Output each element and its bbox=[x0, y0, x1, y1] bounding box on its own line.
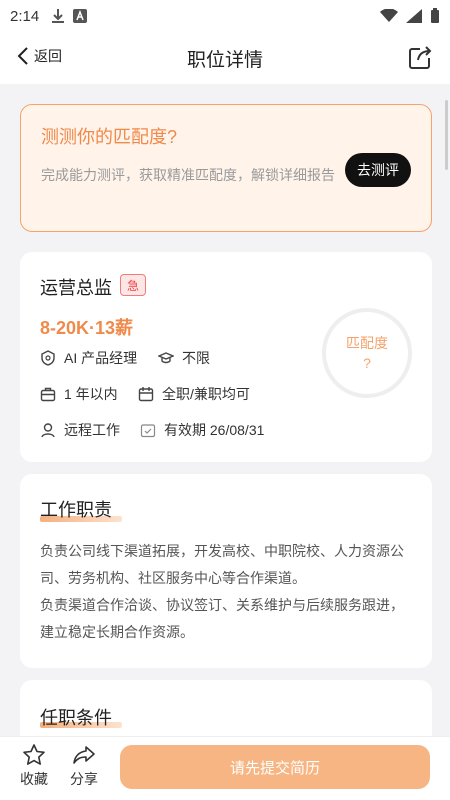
duties-title: 工作职责 bbox=[40, 500, 112, 520]
share-icon bbox=[73, 746, 95, 764]
briefcase-icon bbox=[40, 387, 56, 402]
job-education: 不限 bbox=[158, 348, 210, 368]
job-category-label: AI 产品经理 bbox=[64, 350, 138, 366]
match-score-value: ? bbox=[363, 355, 371, 371]
back-button[interactable]: 返回 bbox=[16, 46, 62, 66]
status-bar: 2:14 bbox=[0, 0, 450, 32]
job-category: AI 产品经理 bbox=[40, 348, 137, 368]
wifi-icon bbox=[380, 9, 398, 22]
duties-text: 负责公司线下渠道拓展，开发高校、中职院校、人力资源公司、劳务机构、社区服务中心等… bbox=[40, 543, 404, 640]
job-duties-card: 工作职责 负责公司线下渠道拓展，开发高校、中职院校、人力资源公司、劳务机构、社区… bbox=[20, 474, 432, 668]
app-a-icon bbox=[73, 9, 88, 23]
job-validity-label: 有效期 26/08/31 bbox=[164, 422, 265, 438]
scrollbar[interactable] bbox=[445, 100, 448, 170]
urgent-badge: 急 bbox=[120, 274, 146, 296]
calendar-check-icon bbox=[140, 424, 156, 438]
star-icon bbox=[23, 744, 45, 765]
job-info-card: 运营总监 急 8-20K·13薪 AI 产品经理 不限 1 年以内 全职/兼职均… bbox=[20, 252, 432, 462]
battery-icon bbox=[431, 8, 439, 23]
job-location-label: 远程工作 bbox=[64, 422, 120, 438]
job-type-label: 全职/兼职均可 bbox=[162, 386, 250, 402]
match-score-ring: 匹配度 ? bbox=[322, 308, 412, 398]
match-prompt-card: 测测你的匹配度? 完成能力测评，获取精准匹配度，解锁详细报告 去测评 bbox=[20, 104, 432, 232]
page-content[interactable]: 测测你的匹配度? 完成能力测评，获取精准匹配度，解锁详细报告 去测评 运营总监 … bbox=[0, 84, 450, 736]
job-experience-label: 1 年以内 bbox=[64, 386, 118, 402]
match-title: 测测你的匹配度? bbox=[41, 127, 178, 147]
job-validity: 有效期 26/08/31 bbox=[140, 420, 264, 440]
favorite-button[interactable]: 收藏 bbox=[14, 743, 54, 789]
job-location: 远程工作 bbox=[40, 420, 120, 440]
status-time: 2:14 bbox=[10, 7, 40, 25]
download-icon bbox=[52, 9, 65, 23]
page-header: 返回 职位详情 bbox=[0, 32, 450, 84]
location-icon bbox=[41, 423, 55, 438]
share-export-icon[interactable] bbox=[406, 44, 434, 72]
job-type: 全职/兼职均可 bbox=[138, 384, 250, 404]
share-label: 分享 bbox=[70, 771, 98, 787]
job-education-label: 不限 bbox=[182, 350, 210, 366]
requirements-title: 任职条件 bbox=[40, 708, 112, 728]
favorite-label: 收藏 bbox=[20, 771, 48, 787]
share-button[interactable]: 分享 bbox=[64, 743, 104, 789]
graduation-cap-icon bbox=[158, 352, 174, 364]
match-score-label: 匹配度 bbox=[346, 335, 388, 351]
job-title: 运营总监 bbox=[40, 278, 112, 298]
bottom-action-bar: 收藏 分享 请先提交简历 bbox=[0, 736, 450, 800]
start-assessment-button[interactable]: 去测评 bbox=[345, 153, 411, 187]
job-requirements-card: 任职条件 bbox=[20, 680, 432, 736]
signal-icon bbox=[406, 9, 422, 23]
page-title: 职位详情 bbox=[186, 49, 263, 71]
chevron-left-icon bbox=[17, 47, 28, 65]
badge-icon bbox=[41, 350, 55, 366]
calendar-icon bbox=[138, 387, 154, 402]
match-description: 完成能力测评，获取精准匹配度，解锁详细报告 bbox=[41, 167, 335, 183]
job-experience: 1 年以内 bbox=[40, 384, 118, 404]
salary: 8-20K·13薪 bbox=[40, 318, 134, 338]
back-label: 返回 bbox=[34, 48, 62, 64]
submit-resume-button[interactable]: 请先提交简历 bbox=[120, 745, 430, 789]
